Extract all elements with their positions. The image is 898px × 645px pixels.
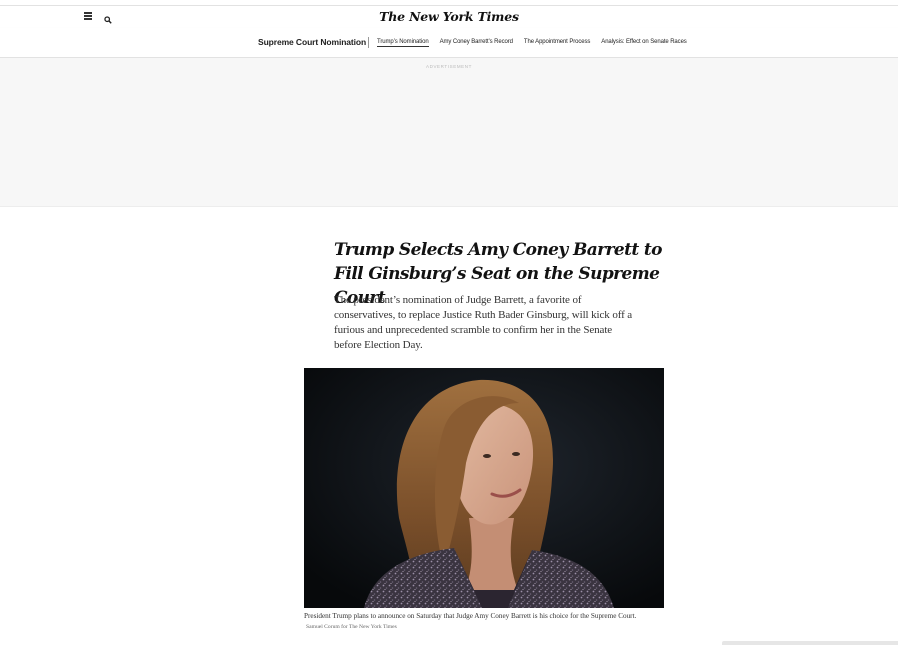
subnav-link-senate-races[interactable]: Analysis: Effect on Senate Races (601, 39, 687, 47)
advertisement-slot[interactable]: ADVERTISEMENT (0, 58, 898, 207)
section-nav: Supreme Court Nomination Trump’s Nominat… (0, 28, 898, 58)
subnav-link-trumps-nomination[interactable]: Trump’s Nomination (377, 39, 429, 47)
portrait-illustration (304, 368, 664, 608)
nyt-logo[interactable]: The New York Times (0, 9, 898, 24)
caption-text: President Trump plans to announce on Sat… (304, 612, 637, 620)
photo-caption: President Trump plans to announce on Sat… (304, 612, 649, 632)
section-divider (368, 37, 369, 48)
advertisement-label: ADVERTISEMENT (426, 64, 472, 69)
masthead: The New York Times (0, 5, 898, 29)
page: The New York Times Supreme Court Nominat… (0, 0, 898, 645)
section-title[interactable]: Supreme Court Nomination (258, 37, 366, 47)
lead-photo[interactable] (304, 368, 664, 608)
subnav-link-barrett-record[interactable]: Amy Coney Barrett’s Record (440, 39, 513, 47)
horizontal-scrollbar[interactable] (722, 641, 898, 645)
article-summary: The president’s nomination of Judge Barr… (334, 294, 633, 351)
section-links: Trump’s Nomination Amy Coney Barrett’s R… (377, 39, 687, 47)
photo-credit: Samuel Corum for The New York Times (306, 623, 397, 630)
subnav-link-appointment-process[interactable]: The Appointment Process (524, 39, 591, 47)
